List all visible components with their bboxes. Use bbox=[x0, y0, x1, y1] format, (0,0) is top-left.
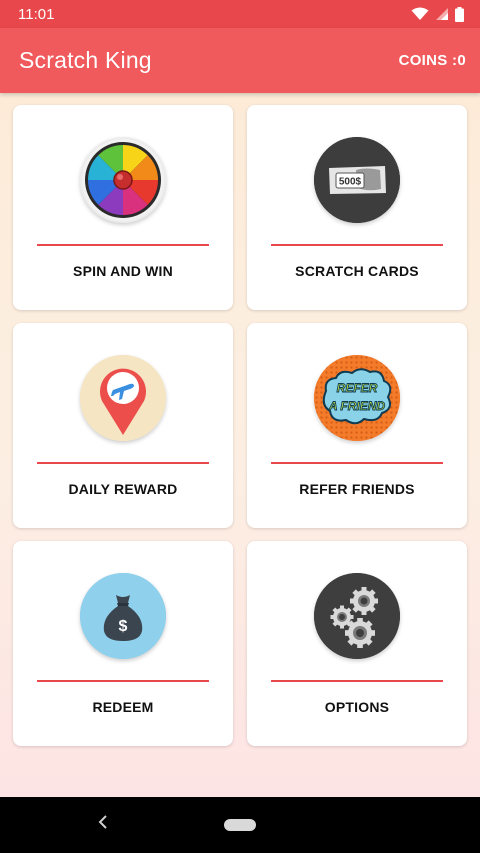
options-card[interactable]: OPTIONS bbox=[247, 541, 467, 746]
refer-a-friend-icon: REFER A FRIEND bbox=[314, 355, 400, 441]
card-label: REDEEM bbox=[92, 699, 154, 715]
back-icon[interactable] bbox=[98, 812, 108, 835]
spin-wheel-icon bbox=[80, 137, 166, 223]
card-divider bbox=[271, 462, 443, 464]
card-label: OPTIONS bbox=[324, 699, 390, 715]
battery-icon bbox=[455, 6, 464, 22]
scratch-card-icon: 500$ bbox=[314, 137, 400, 223]
redeem-card[interactable]: $ REDEEM bbox=[13, 541, 233, 746]
menu-grid: SPIN AND WIN 500$ SCRATCH CARDS DAILY RE… bbox=[13, 105, 467, 746]
card-label: SPIN AND WIN bbox=[73, 263, 173, 279]
map-pin-plane-icon bbox=[80, 355, 166, 441]
spin-and-win-card[interactable]: SPIN AND WIN bbox=[13, 105, 233, 310]
card-label: DAILY REWARD bbox=[68, 481, 178, 497]
card-divider bbox=[37, 462, 209, 464]
card-divider bbox=[37, 680, 209, 682]
wifi-icon bbox=[411, 7, 429, 20]
app-bar: Scratch King COINS :0 bbox=[0, 28, 480, 93]
coins-counter: COINS :0 bbox=[398, 52, 466, 69]
card-label: REFER FRIENDS bbox=[299, 481, 415, 497]
status-icons bbox=[411, 6, 464, 22]
card-label: SCRATCH CARDS bbox=[295, 263, 419, 279]
card-divider bbox=[37, 244, 209, 246]
dollar-sign: $ bbox=[119, 618, 128, 635]
signal-icon bbox=[436, 8, 448, 20]
app-title: Scratch King bbox=[19, 47, 152, 73]
daily-reward-card[interactable]: DAILY REWARD bbox=[13, 323, 233, 528]
a-friend-text: A FRIEND bbox=[328, 399, 386, 413]
scratch-cards-card[interactable]: 500$ SCRATCH CARDS bbox=[247, 105, 467, 310]
navigation-bar bbox=[0, 797, 480, 853]
main-content: SPIN AND WIN 500$ SCRATCH CARDS DAILY RE… bbox=[0, 93, 480, 797]
gears-icon bbox=[314, 573, 400, 659]
money-bag-icon: $ bbox=[80, 573, 166, 659]
status-time: 11:01 bbox=[18, 5, 55, 23]
home-pill-icon[interactable] bbox=[224, 819, 256, 831]
status-bar: 11:01 bbox=[0, 0, 480, 28]
card-divider bbox=[271, 680, 443, 682]
card-divider bbox=[271, 244, 443, 246]
scratch-card-amount: 500$ bbox=[339, 177, 362, 188]
refer-friends-card[interactable]: REFER A FRIEND REFER FRIENDS bbox=[247, 323, 467, 528]
refer-text: REFER bbox=[337, 381, 378, 395]
